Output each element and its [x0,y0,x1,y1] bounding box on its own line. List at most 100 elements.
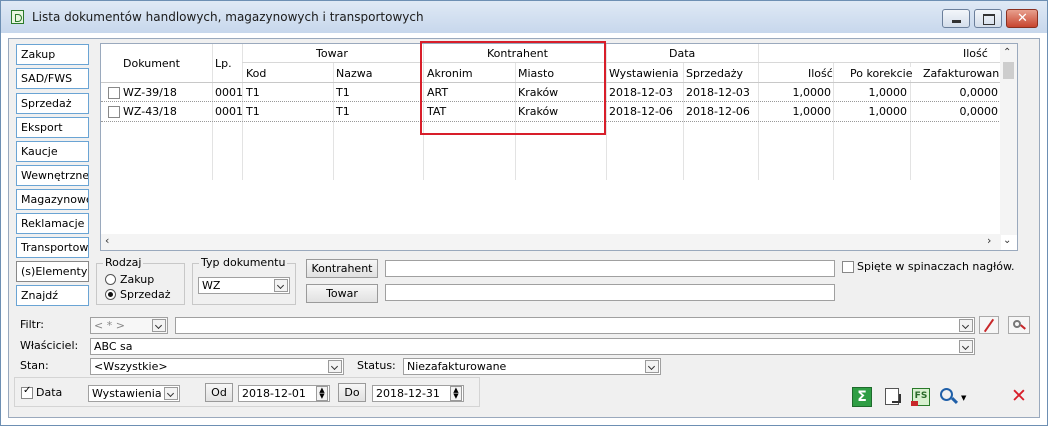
spiete-label[interactable]: Spięte w spinaczach nagłów. [857,260,1014,273]
sidebar-item-sad-fws[interactable]: SAD/FWS [16,68,89,89]
sidebar-item-reklamacje[interactable]: Reklamacje [16,213,89,234]
sidebar-item-zakup[interactable]: Zakup [16,44,89,65]
cell-ilosc[interactable]: 1,0000 [793,105,832,118]
col-header-lp[interactable]: Lp. [215,57,232,70]
minimize-icon [952,20,961,23]
rodzaj-caption: Rodzaj [103,256,144,269]
stan-label: Stan: [20,359,49,372]
scroll-left-icon[interactable]: ‹ [105,234,109,247]
wlasciciel-label: Właściciel: [20,339,79,352]
kontrahent-input[interactable] [385,260,835,277]
chevron-down-icon[interactable] [152,319,166,332]
chevron-down-icon[interactable] [328,360,342,373]
cell-sprzedazy[interactable]: 2018-12-06 [686,105,750,118]
date-from-value: 2018-12-01 [242,387,306,400]
scroll-up-icon[interactable]: ⌃ [1003,47,1011,58]
vertical-scrollbar[interactable]: ⌃ ⌄ [1000,44,1017,246]
col-header-kod[interactable]: Kod [246,67,267,80]
cell-nazwa[interactable]: T1 [336,86,350,99]
col-header-po-korekcie[interactable]: Po korekcie [850,67,913,80]
maximize-button[interactable] [974,9,1002,28]
filter-builder-icon[interactable] [1008,316,1030,334]
spiete-checkbox[interactable] [842,261,854,273]
col-header-zafakturowana[interactable]: Zafakturowana [923,67,1007,80]
do-button[interactable]: Do [338,383,366,402]
data-checkbox[interactable]: ✓ [21,385,33,399]
cell-dokument[interactable]: WZ-39/18 [123,86,177,99]
radio-sprzedaz-label[interactable]: Sprzedaż [120,288,171,301]
filtr-value: < * > [94,319,125,332]
cell-kod[interactable]: T1 [246,105,260,118]
col-header-dokument[interactable]: Dokument [123,57,180,70]
data-label[interactable]: Data [36,386,62,399]
title-bar[interactable]: Lista dokumentów handlowych, magazynowyc… [1,1,1047,33]
col-header-sprzedazy[interactable]: Sprzedaży [686,67,744,80]
chevron-down-icon[interactable] [274,279,288,292]
column-divider [212,44,213,180]
chevron-down-icon[interactable] [164,387,178,400]
data-type-select[interactable]: Wystawienia [88,385,180,402]
kontrahent-button[interactable]: Kontrahent [306,259,378,278]
filtr-select[interactable]: < * > [90,317,168,334]
chevron-down-icon[interactable] [959,340,973,353]
fs-button[interactable]: FS [910,386,932,408]
sidebar-item-eksport[interactable]: Eksport [16,117,89,138]
cell-po-korekcie[interactable]: 1,0000 [869,105,908,118]
scroll-thumb[interactable] [1003,62,1014,79]
date-to-spinner[interactable]: ▲ ▼ [450,386,462,401]
wlasciciel-select[interactable]: ABC sa [90,338,975,355]
cell-po-korekcie[interactable]: 1,0000 [869,86,908,99]
status-select[interactable]: Niezafakturowane [403,358,661,375]
header-divider [242,62,1002,63]
towar-input[interactable] [385,284,835,301]
sidebar-item-s-elementy[interactable]: (s)Elementy [16,261,89,282]
close-window-button[interactable]: ✕ [1006,9,1038,28]
col-header-wystawienia[interactable]: Wystawienia [609,67,679,80]
export-button[interactable] [882,386,904,408]
sidebar-item-transportowe[interactable]: Transportowe [16,237,89,258]
clear-filter-icon[interactable] [979,316,999,334]
cell-ilosc[interactable]: 1,0000 [793,86,832,99]
row-checkbox[interactable] [108,106,120,118]
app-icon [11,10,24,24]
od-button[interactable]: Od [205,383,233,402]
chevron-down-icon[interactable]: ▼ [961,394,966,402]
cell-zafakturowana[interactable]: 0,0000 [960,105,999,118]
cell-sprzedazy[interactable]: 2018-12-03 [686,86,750,99]
scroll-down-icon[interactable]: ⌄ [1003,235,1011,246]
cell-lp[interactable]: 0001 [215,105,243,118]
column-divider [606,44,607,180]
maximize-icon [983,14,995,25]
search-button[interactable]: ▼ [938,386,968,408]
scroll-right-icon[interactable]: › [987,234,991,247]
col-header-nazwa[interactable]: Nazwa [336,67,373,80]
cell-nazwa[interactable]: T1 [336,105,350,118]
sidebar-item-znajdz[interactable]: Znajdź [16,285,89,306]
sidebar-item-sprzedaz[interactable]: Sprzedaż [16,93,89,114]
date-from-spinner[interactable]: ▲ ▼ [316,386,328,401]
sum-button[interactable]: Σ [851,386,873,408]
radio-zakup-label[interactable]: Zakup [120,273,154,286]
filtr-expression-input[interactable] [175,317,975,334]
row-checkbox[interactable] [108,87,120,99]
sidebar-item-magazynowe[interactable]: Magazynowe [16,189,89,210]
cell-wystawienia[interactable]: 2018-12-03 [609,86,673,99]
horizontal-scrollbar[interactable]: ‹ › [101,234,1001,250]
cell-dokument[interactable]: WZ-43/18 [123,105,177,118]
stan-select[interactable]: <Wszystkie> [90,358,344,375]
close-button[interactable]: ✕ [1009,385,1031,408]
cell-lp[interactable]: 0001 [215,86,243,99]
sidebar-item-wewnetrzne[interactable]: Wewnętrzne [16,165,89,186]
col-header-ilosc[interactable]: Ilość [808,67,833,80]
minimize-button[interactable] [942,9,970,28]
sidebar-item-kaucje[interactable]: Kaucje [16,141,89,162]
chevron-down-icon[interactable] [645,360,659,373]
cell-wystawienia[interactable]: 2018-12-06 [609,105,673,118]
radio-sprzedaz[interactable] [105,289,116,300]
towar-button[interactable]: Towar [306,284,378,303]
chevron-down-icon[interactable] [959,319,973,332]
typ-dokumentu-select[interactable]: WZ [198,277,290,294]
cell-kod[interactable]: T1 [246,86,260,99]
cell-zafakturowana[interactable]: 0,0000 [960,86,999,99]
radio-zakup[interactable] [105,274,116,285]
